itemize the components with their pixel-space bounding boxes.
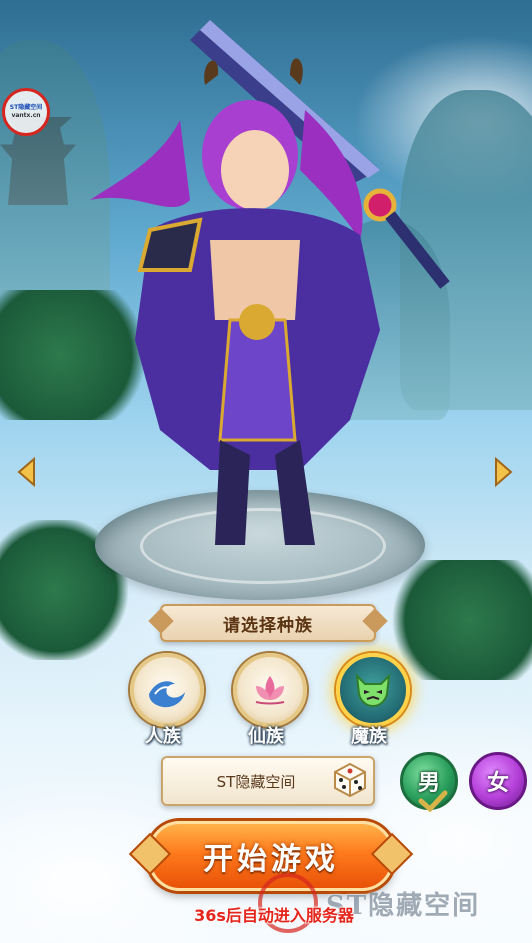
pine-tree (380, 560, 532, 680)
race-prompt-banner: 请选择种族 (160, 604, 376, 642)
next-character-arrow-icon[interactable] (492, 457, 514, 487)
site-logo: ST隐藏空间 vantx.cn (2, 88, 50, 136)
gender-female-label: 女 (486, 771, 509, 796)
logo-text: ST隐藏空间 (9, 104, 43, 111)
demon-mask-icon (355, 673, 391, 708)
character-name-field[interactable] (161, 756, 375, 806)
gender-female-button[interactable]: 女 (469, 752, 527, 810)
race-option-human[interactable] (130, 653, 204, 727)
lotus-icon (255, 676, 285, 705)
race-label-demon: 魔族 (351, 726, 387, 747)
race-label-immortal: 仙族 (248, 726, 284, 747)
auto-enter-countdown: 36s后自动进入服务器 (194, 906, 354, 925)
logo-url: vantx.cn (11, 112, 41, 119)
selected-check-icon (418, 790, 448, 812)
previous-character-arrow-icon[interactable] (16, 457, 38, 487)
race-label-human: 人族 (145, 726, 181, 747)
race-prompt-label: 请选择种族 (223, 615, 313, 636)
character-portrait (90, 20, 450, 545)
character-name-input[interactable] (179, 771, 333, 791)
wave-icon (149, 681, 185, 708)
race-option-immortal[interactable] (233, 653, 307, 727)
race-option-demon[interactable] (336, 653, 410, 727)
random-name-dice-icon[interactable] (331, 760, 369, 798)
